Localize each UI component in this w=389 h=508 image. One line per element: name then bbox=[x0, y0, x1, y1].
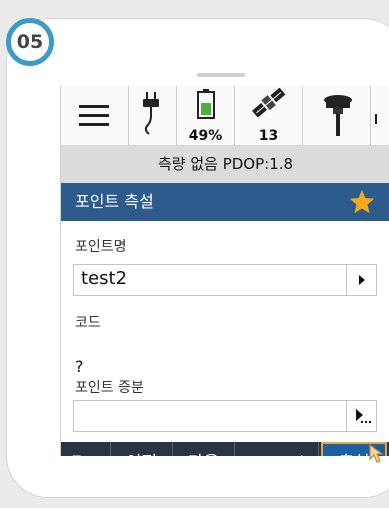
status-bar: 49% 13 bbox=[61, 86, 389, 146]
battery-percent: 49% bbox=[188, 128, 223, 144]
gnss-receiver-icon bbox=[324, 95, 352, 136]
code-value[interactable]: ? bbox=[75, 357, 84, 376]
arrow-right-dots-icon bbox=[356, 409, 371, 423]
menu-button[interactable] bbox=[61, 86, 129, 146]
chevron-right-icon bbox=[301, 455, 303, 456]
battery-status[interactable]: 49% bbox=[177, 86, 235, 146]
battery-icon bbox=[197, 89, 215, 119]
page-title: 포인트 측설 bbox=[75, 192, 154, 211]
code-label: 코드 bbox=[75, 315, 101, 331]
satellite-icon bbox=[251, 88, 286, 118]
receiver-status[interactable] bbox=[303, 86, 371, 146]
prev-button[interactable]: 이전 bbox=[111, 442, 173, 456]
power-status[interactable] bbox=[129, 86, 177, 146]
point-name-arrow-button[interactable] bbox=[346, 265, 376, 295]
device-screen: 49% 13 측량 없음 PDOP:1.8 포인트 측설 포인트명 test2 … bbox=[60, 86, 389, 456]
point-increment-field[interactable] bbox=[73, 400, 377, 432]
pointer-cursor-icon bbox=[369, 443, 384, 463]
esc-button[interactable]: Esc bbox=[61, 442, 111, 456]
star-icon[interactable] bbox=[348, 188, 376, 216]
more-button[interactable]: ► bbox=[235, 442, 319, 456]
power-plug-icon bbox=[143, 92, 159, 135]
arrow-right-icon bbox=[359, 275, 365, 285]
phone-speaker bbox=[197, 73, 245, 77]
page-title-bar: 포인트 측설 bbox=[61, 183, 389, 221]
point-name-value: test2 bbox=[81, 268, 128, 289]
next-button[interactable]: 다음 bbox=[173, 442, 235, 456]
satellite-count: 13 bbox=[258, 128, 279, 144]
point-name-label: 포인트명 bbox=[75, 239, 127, 255]
bottom-toolbar: Esc 이전 다음 ► 측설 bbox=[61, 442, 389, 456]
more-arrow: ► bbox=[270, 453, 283, 456]
survey-info: 측량 없음 PDOP:1.8 bbox=[61, 146, 389, 183]
point-name-field[interactable]: test2 bbox=[73, 264, 377, 296]
menu-icon bbox=[79, 105, 109, 126]
point-increment-label: 포인트 증분 bbox=[75, 380, 144, 396]
point-increment-options-button[interactable] bbox=[346, 401, 376, 431]
satellite-status[interactable]: 13 bbox=[235, 86, 303, 146]
step-badge: 05 bbox=[6, 18, 54, 66]
more-status[interactable] bbox=[371, 86, 389, 146]
